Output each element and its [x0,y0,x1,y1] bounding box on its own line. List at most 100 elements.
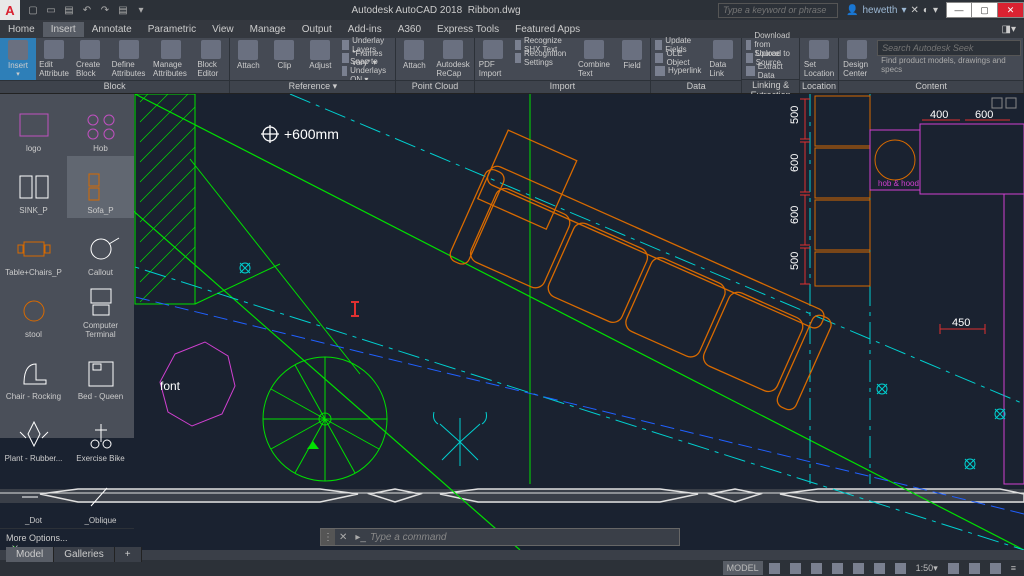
help-search-input[interactable] [718,3,838,18]
maximize-button[interactable]: ▢ [972,2,998,18]
data-link-button[interactable]: Data Link [705,38,741,80]
insert-icon [8,40,28,60]
pdf-import-button[interactable]: PDF Import [475,38,511,80]
gallery-item-sink-p[interactable]: SINK_P [0,156,67,218]
insert-block-button[interactable]: Insert▾ [0,38,36,80]
ribbon-expand-icon[interactable]: ◨▾ [994,22,1024,37]
qat-plot-icon[interactable]: ▤ [116,3,130,17]
block-editor-button[interactable]: Block Editor [193,38,229,80]
minimize-button[interactable]: — [946,2,972,18]
define-attributes-button[interactable]: Define Attributes [108,38,149,80]
status-gear-icon[interactable] [891,561,910,575]
status-snap-icon[interactable] [786,561,805,575]
tab-addins[interactable]: Add-ins [340,22,390,37]
location-icon [809,40,829,59]
tab-a360[interactable]: A360 [390,22,429,37]
ribbon-tabs: Home Insert Annotate Parametric View Man… [0,20,1024,38]
edit-attribute-icon [44,40,64,59]
status-model-button[interactable]: MODEL [723,561,763,575]
command-line[interactable]: ⋮ ✕ ▸_ Type a command [320,528,680,546]
gallery-item-stool[interactable]: stool [0,280,67,342]
clip-button[interactable]: Clip [266,38,302,80]
gallery-item-sofa-p[interactable]: Sofa_P [67,156,134,218]
status-grid-icon[interactable] [765,561,784,575]
seek-subtitle: Find product models, drawings and specs [877,56,1021,74]
qat-open-icon[interactable]: ▭ [44,3,58,17]
title-bar: A ▢ ▭ ▤ ↶ ↷ ▤ ▾ Autodesk AutoCAD 2018 Ri… [0,0,1024,20]
attach-icon [238,40,258,60]
gallery-item-callout[interactable]: Callout [67,218,134,280]
gallery-item-plant-rubber-[interactable]: Plant - Rubber... [0,404,67,466]
exchange-icon[interactable]: ✕ [911,5,919,16]
command-grip-icon[interactable]: ⋮ [321,529,335,545]
shx-icon [515,40,521,50]
ribbon: Insert▾ Edit Attribute Create Block Defi… [0,38,1024,94]
tab-parametric[interactable]: Parametric [140,22,204,37]
tab-model[interactable]: Model [6,547,54,562]
drawing-canvas[interactable]: hob & hood 500 600 600 500 400 600 450 [0,94,1024,550]
edit-attribute-button[interactable]: Edit Attribute [36,38,72,80]
data-link-icon [713,40,733,59]
attach-button[interactable]: Attach [230,38,266,80]
status-osnap-icon[interactable] [849,561,868,575]
hyperlink-button[interactable]: Hyperlink [651,64,705,77]
status-lwt-icon[interactable] [870,561,889,575]
qat-new-icon[interactable]: ▢ [26,3,40,17]
adjust-button[interactable]: Adjust [302,38,338,80]
tab-galleries[interactable]: Galleries [54,547,114,562]
status-customize-icon[interactable]: ≡ [1007,561,1020,575]
a360-icon[interactable]: ◐ [923,5,929,16]
more-options-button[interactable]: More Options... [0,528,134,547]
ole-button[interactable]: OLE Object [651,51,705,64]
app-logo[interactable]: A [0,0,20,20]
block-gallery-grid: logoHobSINK_PSofa_PTable+Chairs_PCallout… [0,94,134,528]
attach-pc-button[interactable]: Attach [396,38,432,80]
gallery-item-hob[interactable]: Hob [67,94,134,156]
qat-dropdown-icon[interactable]: ▾ [134,3,148,17]
qat-undo-icon[interactable]: ↶ [80,3,94,17]
recog-settings-button[interactable]: Recognition Settings [511,51,574,64]
gallery-item-exercise-bike[interactable]: Exercise Bike [67,404,134,466]
tab-add[interactable]: + [115,547,142,562]
gallery-item--oblique[interactable]: _Oblique [67,466,134,528]
gallery-item-logo[interactable]: logo [0,94,67,156]
extract-icon [746,66,754,76]
status-polar-icon[interactable] [828,561,847,575]
layout-tabs: Model Galleries + [6,547,142,562]
window-title: Autodesk AutoCAD 2018 Ribbon.dwg [154,5,718,16]
ribbon-panel-content: Design Center Find product models, drawi… [839,38,1024,93]
seek-search-input[interactable] [877,40,1021,56]
status-scale[interactable]: 1:50▾ [912,561,942,575]
tab-view[interactable]: View [204,22,242,37]
help-dropdown-icon[interactable]: ▾ [933,5,938,16]
gallery-item--dot[interactable]: _Dot [0,466,67,528]
status-ortho-icon[interactable] [807,561,826,575]
status-iso-icon[interactable] [965,561,984,575]
gallery-item-chair-rocking[interactable]: Chair - Rocking [0,342,67,404]
extract-button[interactable]: Extract Data [742,64,799,77]
gallery-item-computer-terminal[interactable]: Computer Terminal [67,280,134,342]
tab-manage[interactable]: Manage [242,22,294,37]
gallery-item-table-chairs-p[interactable]: Table+Chairs_P [0,218,67,280]
manage-attributes-button[interactable]: Manage Attributes [149,38,193,80]
close-button[interactable]: ✕ [998,2,1024,18]
tab-insert[interactable]: Insert [43,22,84,37]
status-anno-icon[interactable] [944,561,963,575]
recap-button[interactable]: Autodesk ReCap [432,38,473,80]
tab-express[interactable]: Express Tools [429,22,507,37]
tab-output[interactable]: Output [294,22,340,37]
tab-home[interactable]: Home [0,22,43,37]
gallery-item-bed-queen[interactable]: Bed - Queen [67,342,134,404]
field-button[interactable]: Field [614,38,650,80]
snap-underlays-button[interactable]: Snap to Underlays ON ▾ [338,64,395,77]
design-center-button[interactable]: Design Center [839,38,875,80]
qat-save-icon[interactable]: ▤ [62,3,76,17]
tab-featured[interactable]: Featured Apps [507,22,588,37]
combine-text-button[interactable]: Combine Text [574,38,614,80]
qat-redo-icon[interactable]: ↷ [98,3,112,17]
create-block-button[interactable]: Create Block [72,38,108,80]
user-info[interactable]: 👤 hewetth ▾ ✕ ◐ ▾ [838,5,946,16]
set-location-button[interactable]: Set Location [800,38,838,80]
status-clean-icon[interactable] [986,561,1005,575]
tab-annotate[interactable]: Annotate [84,22,140,37]
